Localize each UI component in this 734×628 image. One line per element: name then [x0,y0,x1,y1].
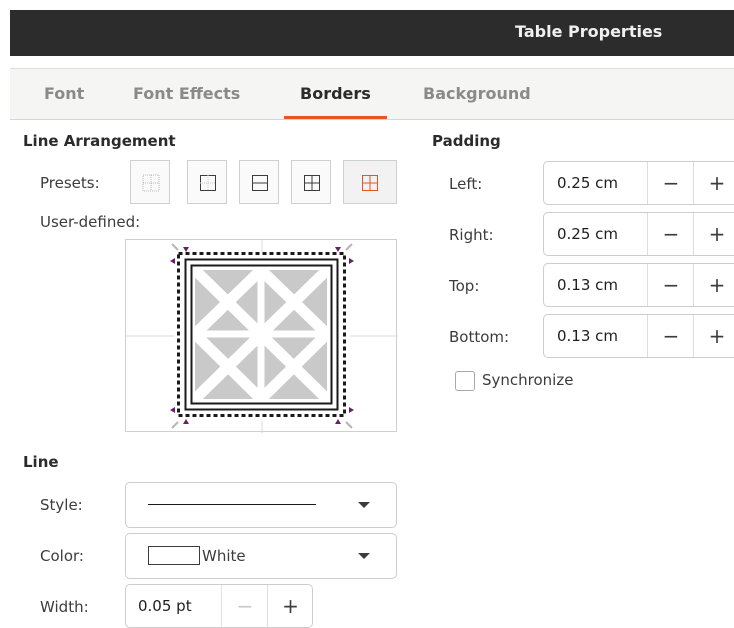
padding-left-value[interactable]: 0.25 cm [557,174,618,192]
user-defined-label: User-defined: [40,213,141,231]
padding-top-label: Top: [449,277,480,295]
preset-outer-horizontal-button[interactable] [239,160,279,204]
line-heading: Line [23,453,59,471]
padding-top-increment-button[interactable]: + [693,264,734,306]
padding-left-label: Left: [449,175,483,193]
padding-heading: Padding [432,132,501,150]
line-width-decrement-button[interactable]: − [221,585,268,627]
synchronize-label[interactable]: Synchronize [482,371,573,389]
padding-left-decrement-button[interactable]: − [647,162,694,204]
line-style-solid-sample [148,504,316,505]
tab-background[interactable]: Background [423,69,531,119]
window-title: Table Properties [515,22,663,41]
line-width-increment-button[interactable]: + [267,585,313,627]
padding-top-field[interactable]: 0.13 cm − + [543,263,734,307]
border-preview[interactable] [125,239,398,433]
chevron-down-icon [358,502,370,508]
line-style-dropdown[interactable] [125,482,397,528]
line-color-dropdown[interactable]: White [125,533,397,579]
padding-top-decrement-button[interactable]: − [647,264,694,306]
tab-font[interactable]: Font [44,69,84,119]
preset-no-borders-button[interactable] [130,160,170,204]
color-label: Color: [40,547,84,565]
padding-left-increment-button[interactable]: + [693,162,734,204]
padding-right-increment-button[interactable]: + [693,213,734,255]
line-width-value[interactable]: 0.05 pt [138,597,192,615]
padding-bottom-increment-button[interactable]: + [693,315,734,357]
padding-left-field[interactable]: 0.25 cm − + [543,161,734,205]
padding-right-label: Right: [449,226,494,244]
padding-right-decrement-button[interactable]: − [647,213,694,255]
line-width-field[interactable]: 0.05 pt − + [125,584,313,628]
tab-font-effects[interactable]: Font Effects [133,69,240,119]
preset-outer-border-button[interactable] [187,160,227,204]
title-bar: Table Properties [10,10,734,56]
padding-right-value[interactable]: 0.25 cm [557,225,618,243]
padding-bottom-value[interactable]: 0.13 cm [557,327,618,345]
preset-all-borders-button[interactable] [291,160,331,204]
line-color-value: White [202,547,246,565]
chevron-down-icon [358,553,370,559]
preset-outer-border-only-button[interactable] [343,160,397,204]
outer-border-icon [200,175,216,191]
padding-bottom-field[interactable]: 0.13 cm − + [543,314,734,358]
outer-horizontal-border-icon [252,175,268,191]
all-borders-icon [304,175,320,191]
tab-borders[interactable]: Borders [284,69,387,119]
padding-bottom-decrement-button[interactable]: − [647,315,694,357]
style-label: Style: [40,496,83,514]
color-swatch [148,546,200,565]
tab-bar: Font Font Effects Borders Background [10,68,734,120]
no-borders-icon [142,174,160,192]
presets-label: Presets: [40,174,100,192]
padding-right-field[interactable]: 0.25 cm − + [543,212,734,256]
padding-top-value[interactable]: 0.13 cm [557,276,618,294]
line-arrangement-heading: Line Arrangement [23,132,176,150]
width-label: Width: [40,598,89,616]
padding-bottom-label: Bottom: [449,328,510,346]
outer-border-without-inner-icon [362,175,378,191]
synchronize-checkbox[interactable] [455,371,475,391]
